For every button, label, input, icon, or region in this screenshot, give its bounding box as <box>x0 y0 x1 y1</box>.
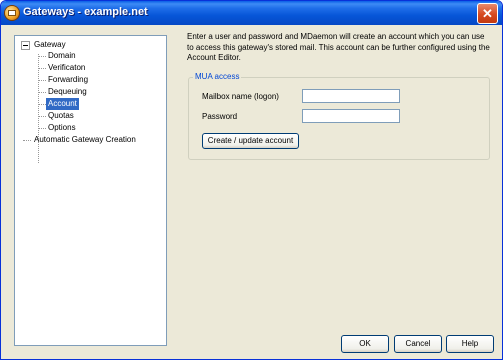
mailbox-field[interactable] <box>302 89 400 103</box>
tree-connector <box>39 104 46 105</box>
ok-button[interactable]: OK <box>341 335 389 353</box>
tree-item-domain[interactable]: Domain <box>48 50 76 62</box>
tree-item-quotas[interactable]: Quotas <box>48 110 74 122</box>
intro-text: Enter a user and password and MDaemon wi… <box>187 32 490 62</box>
help-button[interactable]: Help <box>446 335 494 353</box>
tree-connector <box>39 80 46 81</box>
cancel-button[interactable]: Cancel <box>394 335 442 353</box>
password-label: Password <box>202 112 238 121</box>
tree-connector <box>39 92 46 93</box>
group-title: MUA access <box>193 72 242 82</box>
window-title: Gateways - example.net <box>23 6 148 18</box>
create-update-account-button[interactable]: Create / update account <box>202 133 299 149</box>
close-button[interactable]: ✕ <box>477 3 498 24</box>
tree-connector <box>23 140 31 141</box>
tree-item-verification[interactable]: Verificaton <box>48 62 85 74</box>
password-field[interactable] <box>302 109 400 123</box>
collapse-minus-icon[interactable] <box>21 41 30 50</box>
title-bar[interactable]: Gateways - example.net ✕ <box>1 1 502 25</box>
tree-connector <box>39 128 46 129</box>
app-icon <box>5 6 19 20</box>
tree-connector <box>39 116 46 117</box>
tree-item-forwarding[interactable]: Forwarding <box>48 74 88 86</box>
tree-connector <box>39 56 46 57</box>
tree-connector <box>39 68 46 69</box>
tree-item-automatic-gateway-creation[interactable]: Automatic Gateway Creation <box>34 134 136 146</box>
tree-item-dequeuing[interactable]: Dequeuing <box>48 86 87 98</box>
tree-item-account[interactable]: Account <box>46 98 79 110</box>
mailbox-label: Mailbox name (logon) <box>202 92 279 101</box>
gateways-dialog: Gateways - example.net ✕ Gateway Domain … <box>0 0 503 360</box>
tree-item-options[interactable]: Options <box>48 122 76 134</box>
gateway-tree[interactable]: Gateway Domain Verificaton Forwarding De… <box>14 35 167 346</box>
tree-connector <box>38 54 39 163</box>
close-icon: ✕ <box>482 6 493 21</box>
